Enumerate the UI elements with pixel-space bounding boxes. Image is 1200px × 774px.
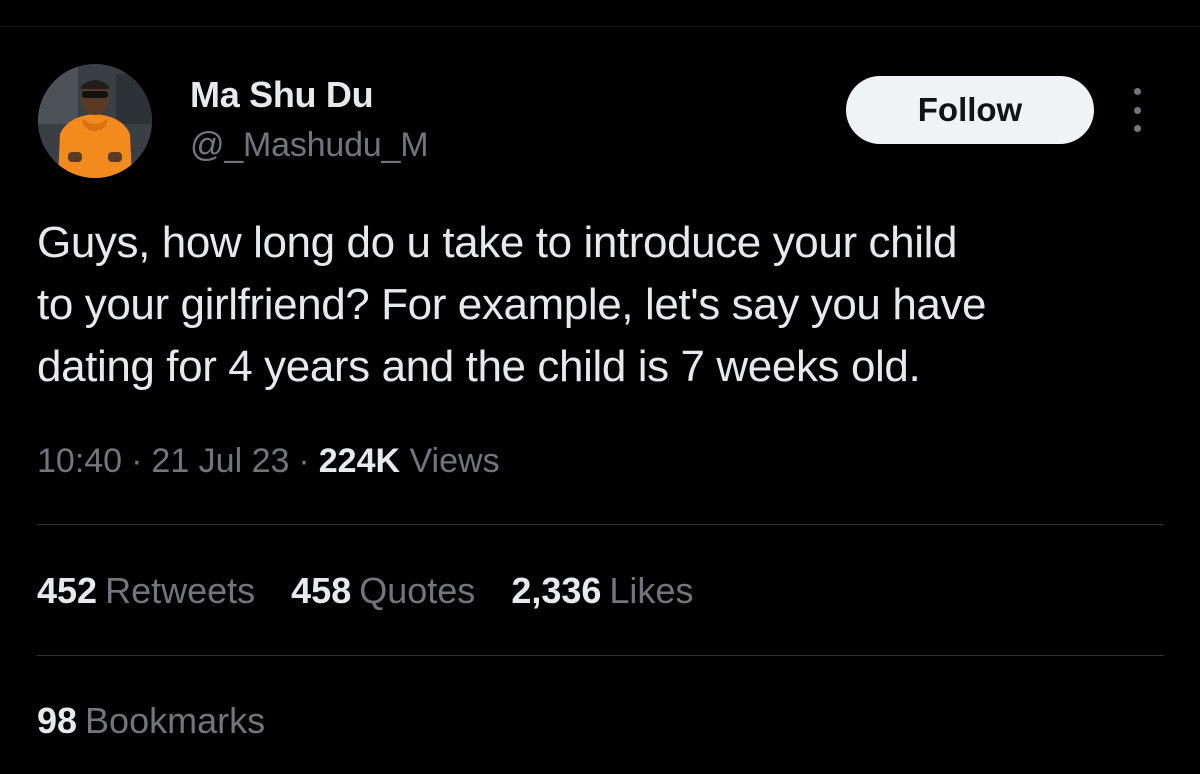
stats-divider-top [37, 524, 1164, 525]
meta-separator: · [131, 442, 143, 480]
likes-count: 2,336 [511, 570, 602, 611]
more-vertical-icon[interactable] [1122, 88, 1152, 132]
retweets-label: Retweets [105, 570, 256, 611]
top-divider [0, 26, 1200, 27]
views-count: 224K [318, 442, 401, 480]
tweet-time[interactable]: 10:40 [37, 442, 122, 480]
bookmarks-stat[interactable]: 98 Bookmarks [37, 700, 265, 742]
engagement-stats: 452 Retweets 458 Quotes 2,336 Likes [37, 570, 693, 612]
more-dot [1133, 125, 1141, 132]
retweets-stat[interactable]: 452 Retweets [37, 570, 255, 612]
quotes-label: Quotes [359, 570, 476, 611]
bookmarks-count: 98 [37, 700, 78, 741]
more-dot [1133, 106, 1141, 114]
stats-divider-bottom [37, 655, 1164, 656]
follow-button[interactable]: Follow [846, 76, 1094, 144]
tweet-date[interactable]: 21 Jul 23 [151, 442, 289, 480]
likes-label: Likes [609, 570, 694, 611]
tweet-line: dating for 4 years and the child is 7 we… [37, 342, 921, 391]
author-name[interactable]: Ma Shu Du [190, 74, 374, 116]
tweet-line: to your girlfriend? For example, let's s… [37, 280, 987, 329]
more-dot [1133, 88, 1141, 95]
avatar-photo-icon [38, 64, 152, 178]
retweets-count: 452 [37, 570, 98, 611]
author-handle[interactable]: @_Mashudu_M [190, 126, 429, 165]
author-avatar[interactable] [38, 64, 152, 178]
views-label: Views [409, 442, 500, 480]
likes-stat[interactable]: 2,336 Likes [511, 570, 693, 612]
bookmarks-label: Bookmarks [85, 700, 266, 741]
tweet-metadata: 10:40 · 21 Jul 23 · 224K Views [37, 442, 500, 481]
quotes-stat[interactable]: 458 Quotes [291, 570, 475, 612]
meta-separator: · [298, 442, 310, 480]
tweet-body: Guys, how long do u take to introduce yo… [37, 212, 1167, 398]
quotes-count: 458 [291, 570, 352, 611]
tweet-line: Guys, how long do u take to introduce yo… [37, 218, 958, 267]
